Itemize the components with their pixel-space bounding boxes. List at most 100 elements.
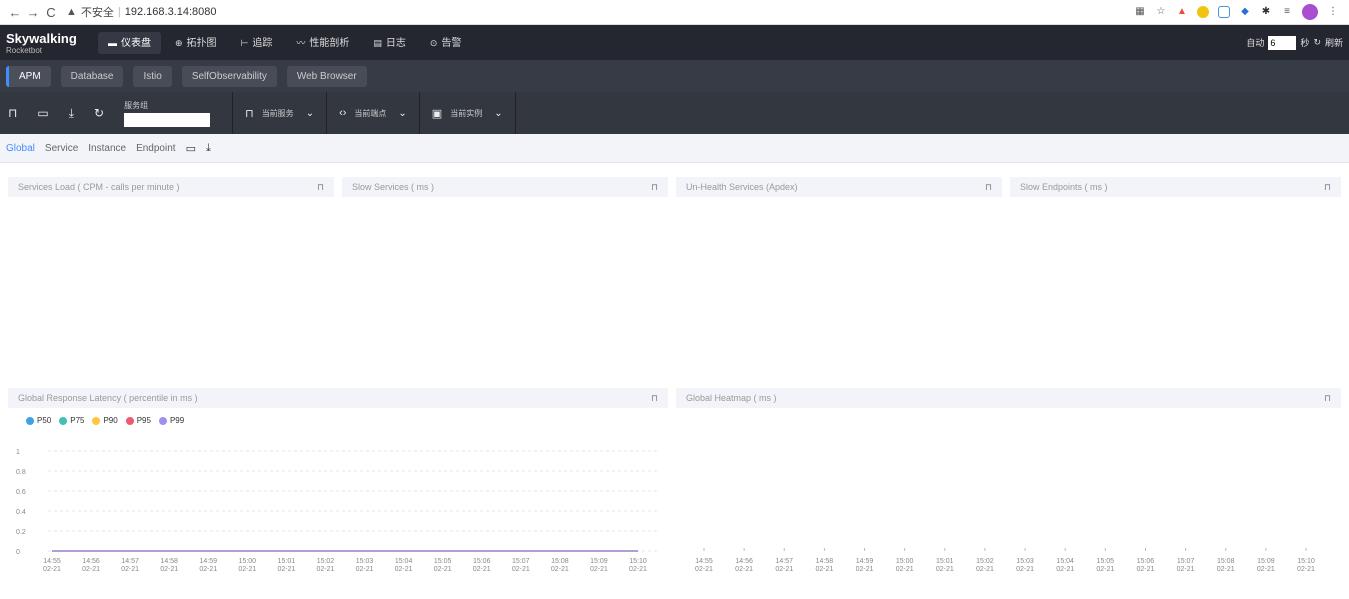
puzzle-icon[interactable]: ✱	[1260, 6, 1272, 18]
x-tick-label: 14:57	[121, 558, 139, 565]
panel-unhealth-services: Un-Health Services (Apdex) ⊓	[676, 177, 1002, 197]
toolbar: ⊓ ▭ ⤓ ↻ 服务组 ⊓ 当前服务 ⌄ ‹› 当前端点 ⌄ ▣ 当前实例 ⌄	[0, 92, 1349, 134]
x-tick-label: 15:03	[356, 558, 374, 565]
tab-service[interactable]: Service	[45, 143, 78, 154]
x-tick-date: 02-21	[199, 566, 217, 573]
nav-label: 仪表盘	[121, 37, 151, 49]
x-tick-date: 02-21	[1137, 566, 1155, 573]
x-tick-label: 14:55	[695, 558, 713, 565]
url-separator: |	[117, 6, 121, 18]
lock-icon[interactable]: ⊓	[1324, 393, 1331, 404]
service-group-input[interactable]	[124, 112, 211, 127]
extension-icon[interactable]: ◆	[1239, 6, 1251, 18]
qr-icon[interactable]: ▦	[1134, 6, 1146, 18]
extension-icon[interactable]: ▲	[1176, 6, 1188, 18]
x-tick-label: 14:57	[776, 558, 794, 565]
code-icon: ‹›	[339, 107, 347, 119]
x-tick-date: 02-21	[629, 566, 647, 573]
download-icon[interactable]: ⤓	[206, 142, 211, 155]
folder-icon[interactable]: ▭	[186, 142, 196, 155]
chevron-down-icon: ⌄	[305, 107, 315, 119]
back-button[interactable]: ←	[6, 5, 24, 20]
current-endpoint-select[interactable]: ‹› 当前端点 ⌄	[327, 92, 420, 134]
extension-icon[interactable]	[1218, 6, 1230, 18]
lock-icon[interactable]: ⊓	[317, 182, 324, 193]
extension-icon[interactable]	[1197, 6, 1209, 18]
trace-icon: ⊢	[240, 37, 249, 48]
auto-interval-input[interactable]	[1268, 35, 1297, 50]
nav-label: 日志	[385, 37, 406, 49]
x-tick-date: 02-21	[1016, 566, 1034, 573]
y-tick-label: 0.6	[16, 489, 26, 496]
x-tick-label: 15:02	[976, 558, 994, 565]
x-tick-label: 15:07	[1177, 558, 1195, 565]
auto-refresh-controls: 自动 秒 ↻ 刷新	[1246, 35, 1343, 50]
y-tick-label: 0	[16, 549, 20, 556]
x-tick-date: 02-21	[551, 566, 569, 573]
x-tick-label: 14:56	[82, 558, 100, 565]
refresh-button[interactable]: 刷新	[1325, 36, 1343, 49]
menu-icon[interactable]: ⋮	[1327, 6, 1339, 18]
app-header: Skywalking Rocketbot ▬ 仪表盘 ⊕ 拓扑图 ⊢ 追踪 〰性能剖析…	[0, 25, 1349, 60]
url-field[interactable]: ▲ 不安全 | 192.168.3.14:8080	[66, 4, 1134, 20]
current-instance-select[interactable]: ▣ 当前实例 ⌄	[420, 92, 516, 134]
lock-icon[interactable]: ⊓	[8, 106, 17, 120]
nav-dashboard[interactable]: ▬ 仪表盘	[98, 31, 161, 54]
x-tick-date: 02-21	[43, 566, 61, 573]
panel-title: Un-Health Services (Apdex)	[686, 182, 798, 192]
lock-icon[interactable]: ⊓	[1324, 182, 1331, 193]
refresh-icon[interactable]: ↻	[1313, 37, 1321, 48]
nav-log[interactable]: ▤ 日志	[363, 32, 416, 54]
nav-label: 告警	[441, 37, 462, 49]
x-tick-date: 02-21	[434, 566, 452, 573]
x-tick-label: 15:00	[896, 558, 914, 565]
lock-icon[interactable]: ⊓	[651, 393, 658, 404]
layer-tab-apm[interactable]: APM	[6, 65, 51, 87]
x-tick-date: 02-21	[735, 566, 753, 573]
download-icon[interactable]: ⤓	[69, 106, 74, 121]
x-tick-date: 02-21	[1177, 566, 1195, 573]
reload-button[interactable]: C	[42, 5, 60, 20]
x-tick-label: 15:09	[590, 558, 608, 565]
forward-button[interactable]: →	[24, 5, 42, 20]
panel-title: Slow Services ( ms )	[352, 182, 435, 192]
panel-global-heatmap: Global Heatmap ( ms ) ⊓ 14:55 02-21 14:56 02…	[676, 388, 1341, 593]
current-service-select[interactable]: ⊓ 当前服务 ⌄	[233, 92, 328, 134]
chevron-down-icon: ⌄	[494, 107, 503, 119]
tab-global[interactable]: Global	[6, 143, 35, 154]
topology-icon: ⊕	[175, 37, 183, 48]
layer-tab-database[interactable]: Database	[60, 65, 124, 87]
x-tick-date: 02-21	[1297, 566, 1315, 573]
queue-icon[interactable]: ≡	[1281, 6, 1293, 18]
chevron-down-icon: ⌄	[398, 107, 407, 119]
layer-tab-selfobservability[interactable]: SelfObservability	[181, 65, 277, 87]
insecure-label: 不安全	[80, 7, 114, 19]
star-icon[interactable]: ☆	[1155, 6, 1167, 18]
main-nav: ▬ 仪表盘 ⊕ 拓扑图 ⊢ 追踪 〰性能剖析 ▤ 日志 ⊙ 告警	[98, 31, 472, 54]
avatar[interactable]	[1302, 4, 1318, 20]
panel-slow-services: Slow Services ( ms ) ⊓	[342, 177, 668, 197]
reload-icon[interactable]: ↻	[94, 106, 104, 120]
tab-endpoint[interactable]: Endpoint	[136, 143, 175, 154]
layer-tab-web-browser[interactable]: Web Browser	[286, 65, 367, 87]
folder-icon[interactable]: ▭	[37, 106, 48, 120]
tab-instance[interactable]: Instance	[88, 143, 126, 154]
dashboard-sub-tabs: Global Service Instance Endpoint ▭ ⤓	[0, 134, 1349, 163]
x-tick-label: 15:02	[317, 558, 335, 565]
lock-icon[interactable]: ⊓	[651, 182, 658, 193]
x-tick-date: 02-21	[82, 566, 100, 573]
nav-profile[interactable]: 〰性能剖析	[286, 32, 359, 54]
nav-trace[interactable]: ⊢ 追踪	[231, 32, 283, 54]
x-tick-date: 02-21	[160, 566, 178, 573]
panel-title: Global Heatmap ( ms )	[686, 393, 777, 403]
layer-tab-istio[interactable]: Istio	[133, 65, 172, 87]
y-tick-label: 0.2	[16, 529, 26, 536]
x-tick-date: 02-21	[976, 566, 994, 573]
logo-sub: Rocketbot	[6, 45, 43, 55]
nav-topology[interactable]: ⊕ 拓扑图	[165, 32, 227, 54]
x-tick-date: 02-21	[1257, 566, 1275, 573]
nav-alarm[interactable]: ⊙ 告警	[420, 32, 472, 54]
current-instance-label: 当前实例	[450, 108, 483, 118]
x-tick-date: 02-21	[936, 566, 954, 573]
lock-icon[interactable]: ⊓	[985, 182, 992, 193]
